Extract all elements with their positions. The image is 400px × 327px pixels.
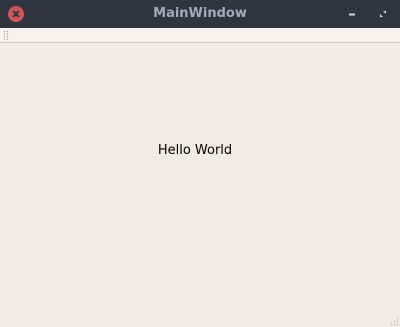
- main-window: MainWindow Hello World: [0, 0, 400, 327]
- central-widget: Hello World: [0, 43, 400, 327]
- size-grip-icon[interactable]: [390, 317, 399, 326]
- window-title: MainWindow: [153, 6, 247, 21]
- maximize-button[interactable]: [375, 6, 391, 22]
- maximize-icon: [380, 11, 386, 17]
- close-icon: [12, 10, 20, 18]
- toolbar-grip-icon[interactable]: [3, 30, 9, 40]
- toolbar: [0, 28, 400, 43]
- minimize-icon: [349, 13, 355, 16]
- minimize-button[interactable]: [344, 6, 360, 22]
- hello-label: Hello World: [157, 143, 233, 158]
- title-bar[interactable]: MainWindow: [0, 0, 400, 28]
- close-button[interactable]: [8, 6, 24, 22]
